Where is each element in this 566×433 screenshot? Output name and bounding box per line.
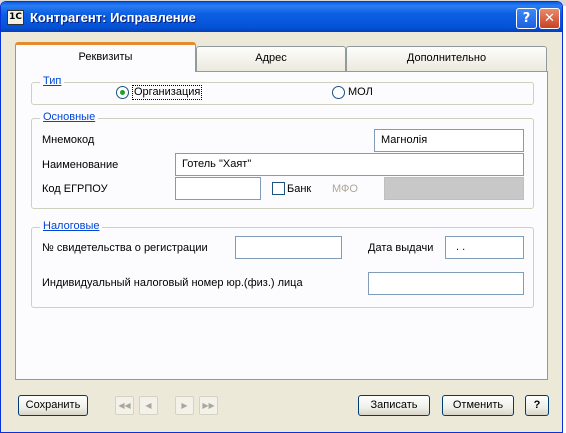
tax-group-legend: Налоговые: [40, 220, 103, 232]
name-field[interactable]: Готель "Хаят": [175, 153, 524, 176]
inn-field[interactable]: [368, 272, 524, 295]
nav-last-icon[interactable]: ▶▶: [199, 396, 218, 415]
edrpou-field[interactable]: [175, 177, 261, 200]
name-label: Наименование: [42, 159, 119, 171]
title-bar[interactable]: 1C Контрагент: Исправление ? ✕: [1, 2, 562, 32]
app-icon: 1C: [7, 10, 24, 25]
issue-date-label: Дата выдачи: [368, 242, 434, 254]
bank-checkbox[interactable]: [272, 182, 285, 195]
help-button[interactable]: ?: [525, 395, 549, 416]
cert-field[interactable]: [235, 236, 342, 259]
type-group: Тип: [31, 75, 534, 105]
write-button[interactable]: Записать: [358, 395, 430, 416]
cancel-button[interactable]: Отменить: [442, 395, 514, 416]
type-group-legend: Тип: [40, 75, 65, 87]
inn-label: Индивидуальный налоговый номер юр.(физ.)…: [42, 277, 303, 289]
cert-label: № свидетельства о регистрации: [42, 242, 208, 254]
main-group-legend: Основные: [40, 111, 99, 123]
nav-prev-icon[interactable]: ◀: [139, 396, 158, 415]
mnemo-label: Мнемокод: [42, 134, 95, 146]
nav-first-icon[interactable]: ◀◀: [115, 396, 134, 415]
save-button[interactable]: Сохранить: [18, 395, 88, 416]
nav-next-icon[interactable]: ▶: [175, 396, 194, 415]
radio-mol[interactable]: [332, 86, 345, 99]
issue-date-field[interactable]: . .: [445, 236, 524, 259]
radio-organization-label[interactable]: Организация: [134, 86, 200, 98]
mfo-label: МФО: [332, 183, 358, 195]
tab-panel: Тип Организация МОЛ Основные Мнемокод Ма…: [15, 71, 548, 380]
radio-selected-dot: [120, 90, 125, 95]
bank-label[interactable]: Банк: [287, 183, 311, 195]
radio-organization[interactable]: [116, 86, 129, 99]
tab-additional[interactable]: Дополнительно: [346, 46, 547, 71]
tab-requisites[interactable]: Реквизиты: [15, 42, 196, 72]
close-icon[interactable]: ✕: [539, 8, 560, 29]
dialog-window: 1C Контрагент: Исправление ? ✕ Реквизиты…: [0, 1, 563, 433]
edrpou-label: Код ЕГРПОУ: [42, 183, 108, 195]
mnemo-field[interactable]: Магнолія: [374, 129, 524, 152]
mfo-field: [384, 177, 524, 200]
window-title: Контрагент: Исправление: [30, 10, 196, 25]
help-title-button[interactable]: ?: [516, 8, 537, 29]
radio-mol-label[interactable]: МОЛ: [348, 86, 373, 98]
tab-strip: Реквизиты Адрес Дополнительно: [15, 42, 548, 72]
tab-address[interactable]: Адрес: [196, 46, 346, 71]
